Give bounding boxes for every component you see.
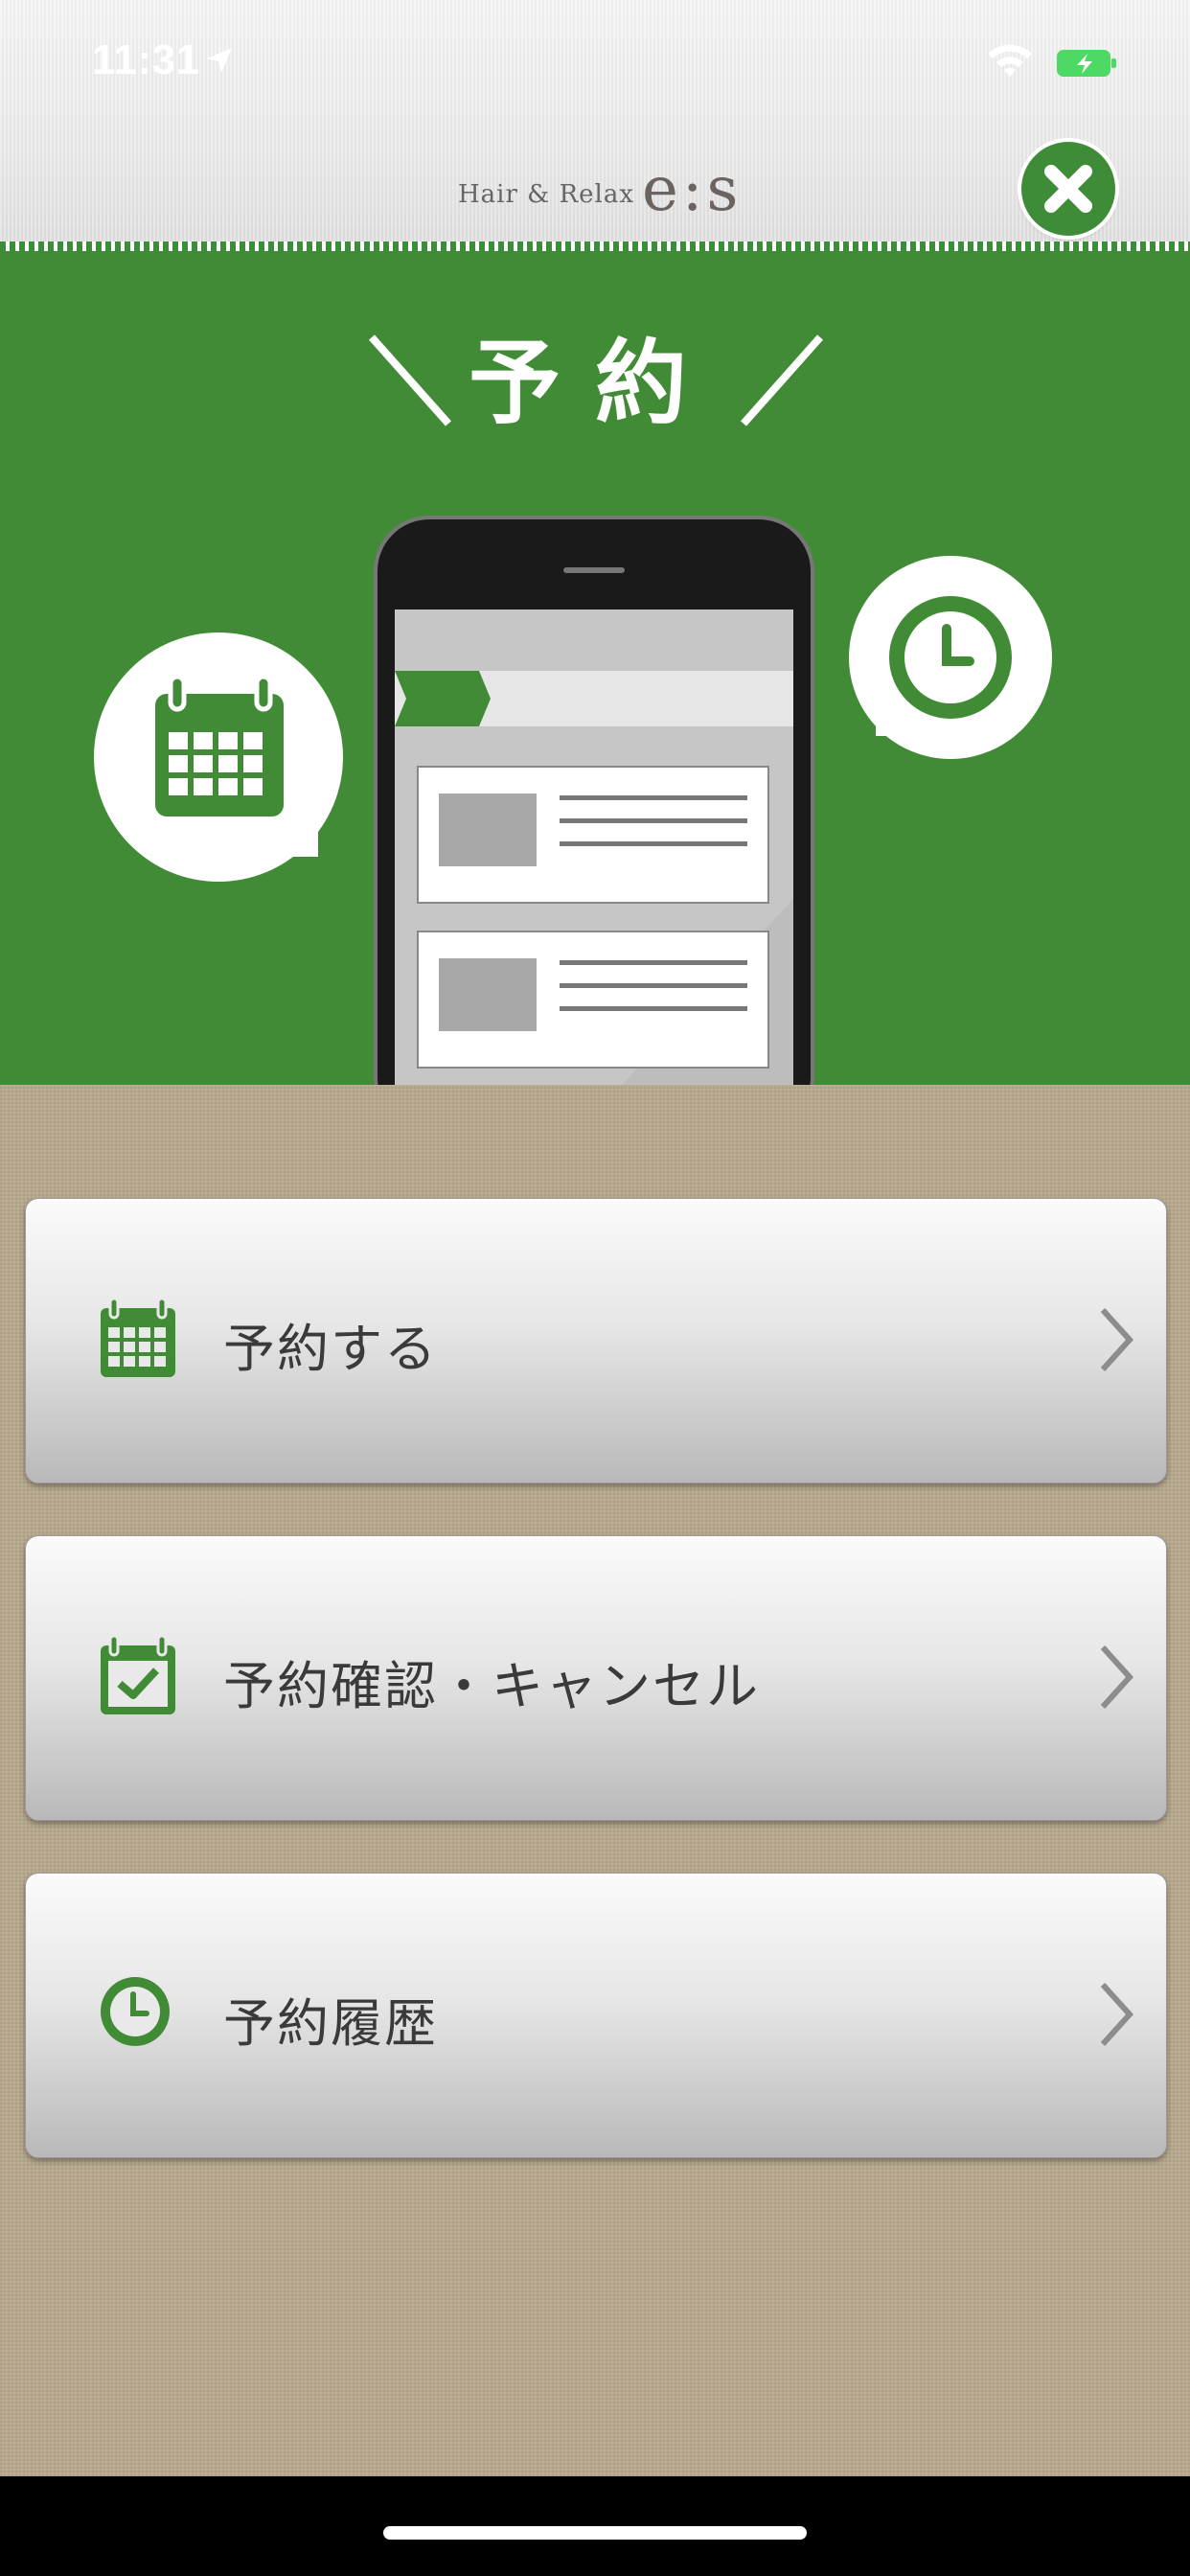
location-arrow-icon (207, 48, 232, 73)
clock-bubble-icon (849, 556, 1052, 759)
home-indicator[interactable] (383, 2526, 807, 2540)
calendar-icon (101, 1297, 175, 1377)
system-bottom-bar (0, 2476, 1190, 2576)
chevron-right-icon (1100, 1644, 1134, 1710)
calendar-bubble-icon (94, 632, 343, 882)
brand-logo: Hair & Relax e:s (458, 153, 742, 220)
reservation-history-label: 予約履歴 (223, 1993, 438, 2054)
slash-right-decoration (741, 334, 823, 426)
logo-tagline: Hair & Relax (458, 180, 635, 209)
status-time: 11:31 (92, 36, 200, 83)
confirm-cancel-label: 予約確認・キャンセル (223, 1656, 760, 1716)
header-divider (0, 242, 1190, 251)
hero-title: 予約 (469, 330, 721, 437)
hero-banner: 予約 (0, 251, 1190, 1085)
close-button[interactable] (1021, 142, 1115, 236)
chevron-right-icon (1100, 1982, 1134, 2047)
wifi-icon (988, 44, 1032, 77)
battery-charging-icon (1057, 50, 1116, 77)
chevron-right-icon (1100, 1307, 1134, 1372)
make-reservation-button[interactable]: 予約する (25, 1198, 1167, 1484)
calendar-check-icon (101, 1634, 175, 1714)
logo-wordmark: e:s (642, 154, 743, 225)
reservation-history-button[interactable]: 予約履歴 (25, 1873, 1167, 2158)
close-icon (1044, 165, 1092, 213)
confirm-cancel-reservation-button[interactable]: 予約確認・キャンセル (25, 1535, 1167, 1821)
app-header: 11:31 Hair & Relax e:s (0, 0, 1190, 247)
make-reservation-label: 予約する (223, 1319, 438, 1379)
reservation-menu: 予約する 予約確認・キャンセル 予約履歴 (0, 1085, 1190, 2476)
clock-icon (101, 1977, 170, 2046)
smartphone-illustration (374, 516, 814, 1085)
